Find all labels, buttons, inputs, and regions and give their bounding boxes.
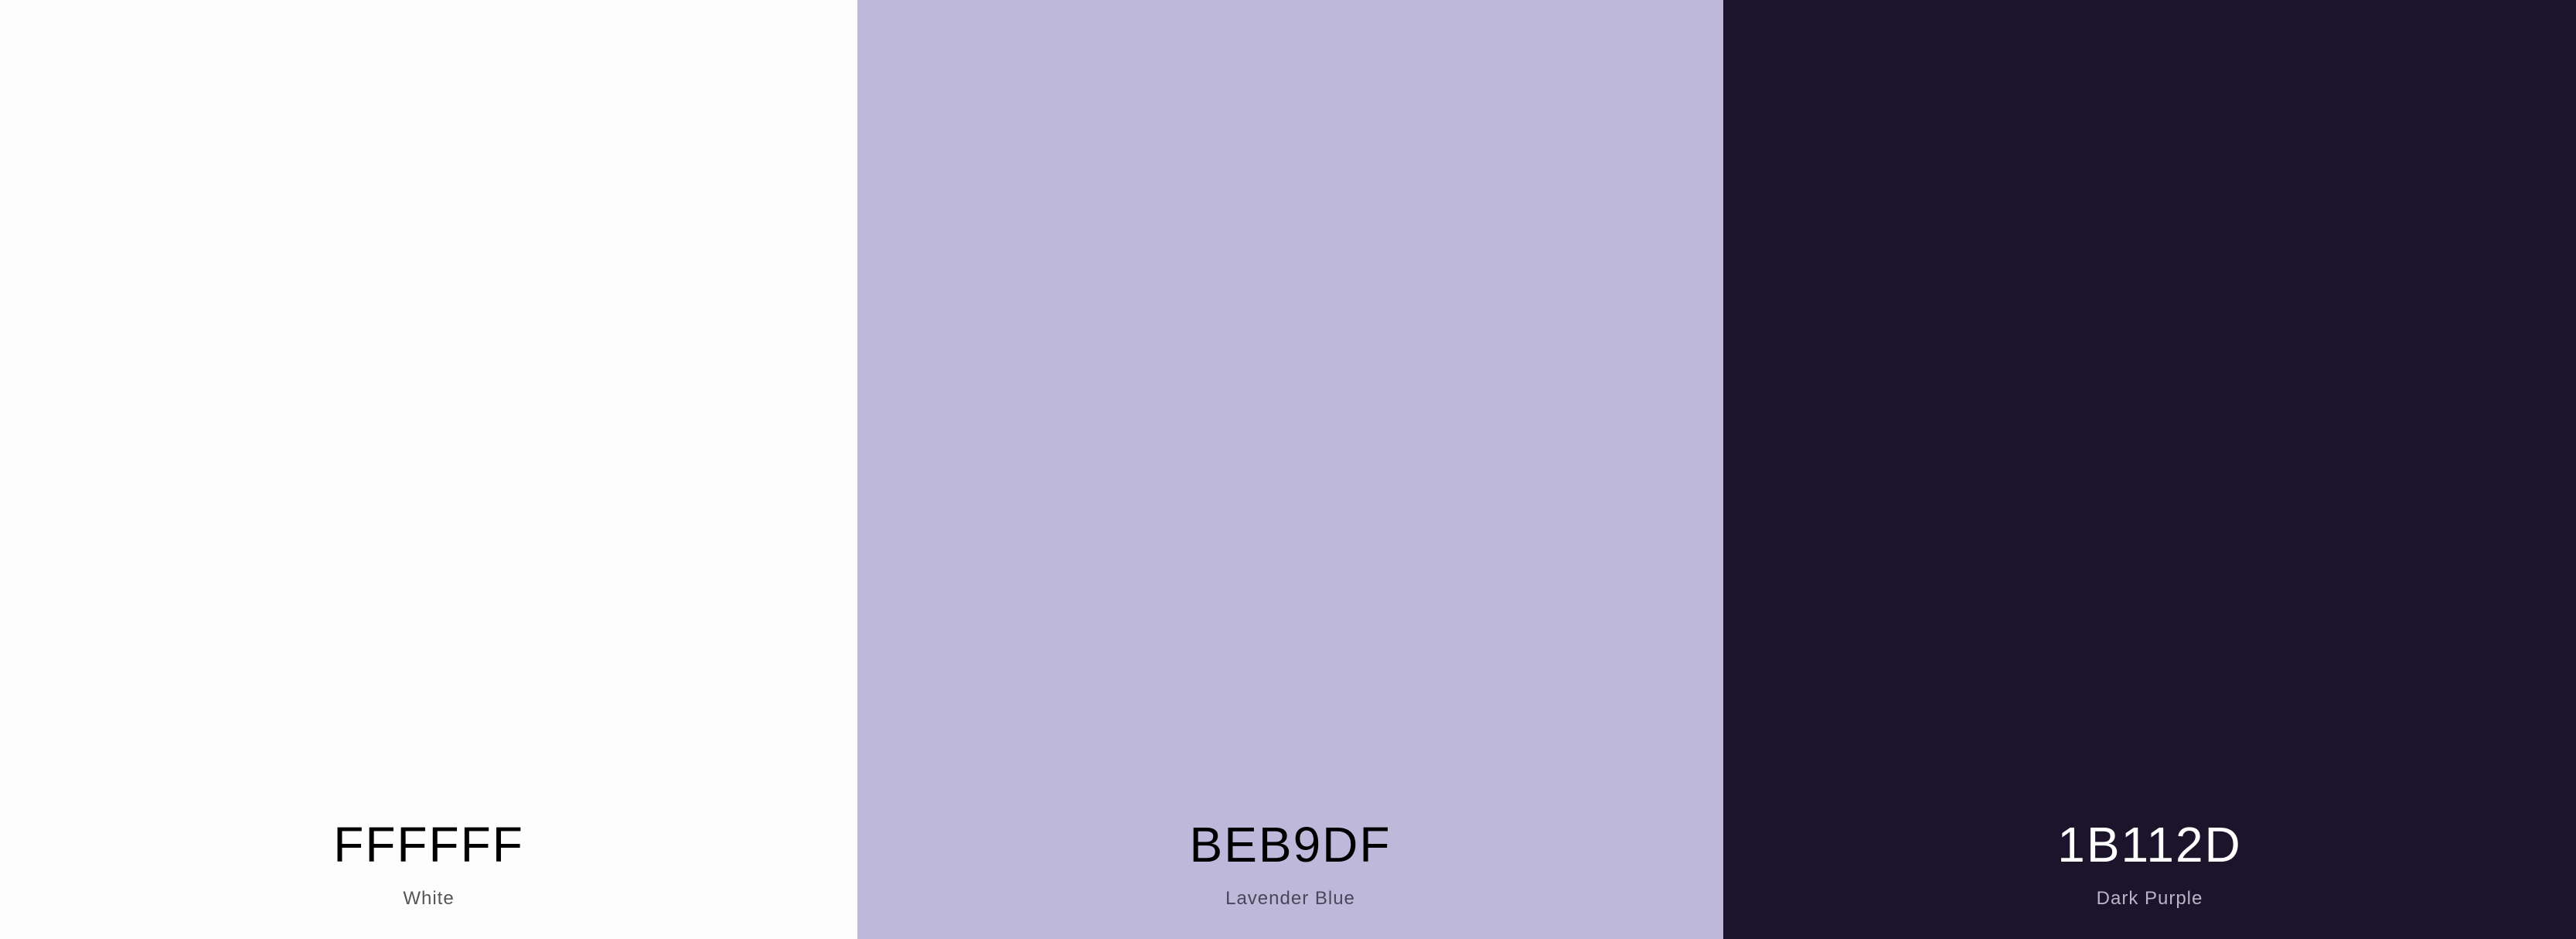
color-palette: FFFFFF White BEB9DF Lavender Blue 1B112D… — [0, 0, 2576, 939]
swatch-dark-purple: 1B112D Dark Purple — [1723, 0, 2576, 939]
color-name: White — [403, 888, 455, 909]
hex-code: FFFFFF — [333, 817, 524, 872]
color-name: Lavender Blue — [1225, 888, 1355, 909]
hex-code: 1B112D — [2057, 817, 2242, 872]
hex-code: BEB9DF — [1189, 817, 1392, 872]
swatch-white: FFFFFF White — [0, 0, 857, 939]
color-name: Dark Purple — [2096, 888, 2203, 909]
swatch-lavender-blue: BEB9DF Lavender Blue — [857, 0, 1723, 939]
